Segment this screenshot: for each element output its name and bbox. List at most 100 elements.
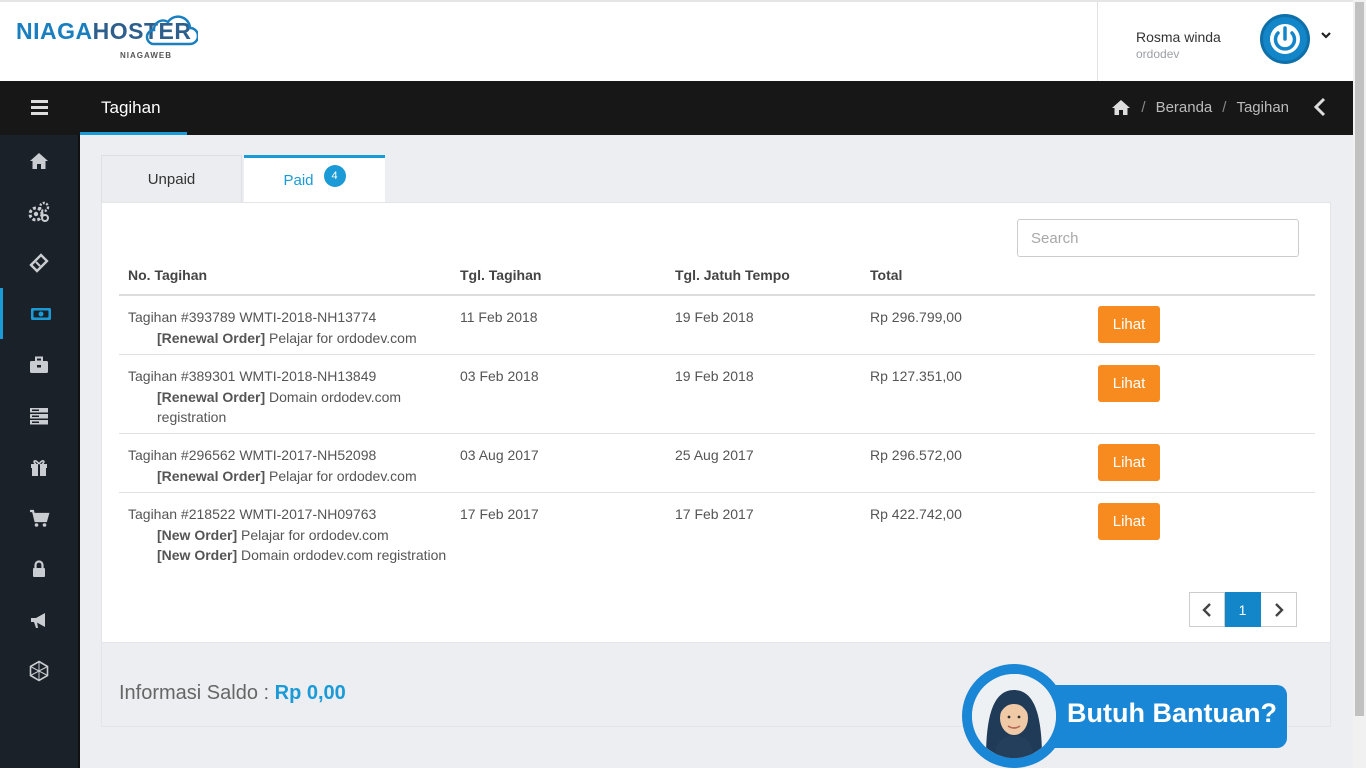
invoice-number[interactable]: Tagihan #296562 WMTI-2017-NH52098 [128, 445, 448, 466]
invoice-total: Rp 127.351,00 [870, 368, 962, 384]
invoice-total: Rp 422.742,00 [870, 506, 962, 522]
order-type: [Renewal Order] [157, 329, 266, 346]
sidebar-item-portfolio[interactable] [0, 339, 78, 390]
pagination: 1 [1189, 592, 1297, 627]
sidebar-item-services[interactable] [0, 186, 78, 237]
page-title: Tagihan [101, 98, 161, 117]
breadcrumb-separator: / [1141, 99, 1146, 116]
breadcrumb-tagihan: Tagihan [1236, 99, 1289, 116]
order-type: [Renewal Order] [157, 467, 266, 484]
pagination-page-1[interactable]: 1 [1225, 592, 1261, 627]
sidebar-item-billing[interactable] [0, 288, 78, 339]
invoice-item: [New Order] Pelajar for ordodev.com [128, 525, 448, 546]
niagahoster-logo[interactable]: NIAGAHOSTER NIAGAWEB [16, 15, 198, 60]
home-icon[interactable] [1111, 99, 1131, 116]
invoice-number[interactable]: Tagihan #393789 WMTI-2018-NH13774 [128, 307, 448, 328]
sidebar-item-servers[interactable] [0, 390, 78, 441]
briefcase-icon [30, 356, 48, 373]
help-label[interactable]: Butuh Bantuan? [1067, 698, 1277, 729]
invoice-date: 03 Feb 2018 [460, 368, 539, 384]
sidebar-item-security[interactable] [0, 543, 78, 594]
title-underline [80, 132, 187, 135]
sidebar-item-extra[interactable] [0, 645, 78, 696]
invoice-item: [Renewal Order] Pelajar for ordodev.com [128, 466, 448, 487]
view-invoice-button[interactable]: Lihat [1098, 306, 1160, 343]
cloud-icon [145, 15, 198, 46]
view-invoice-button[interactable]: Lihat [1098, 365, 1160, 402]
order-type: [New Order] [157, 547, 238, 563]
chevron-left-icon [1313, 97, 1326, 117]
table-row: Tagihan #218522 WMTI-2017-NH09763 [New O… [119, 493, 1315, 586]
tab-unpaid-label: Unpaid [147, 170, 196, 188]
invoice-total: Rp 296.799,00 [870, 309, 962, 325]
table-row: Tagihan #389301 WMTI-2018-NH13849 [Renew… [119, 355, 1315, 434]
tab-paid-label: Paid [283, 171, 314, 189]
chevron-right-icon [1274, 602, 1284, 617]
sidebar-item-affiliate[interactable] [0, 594, 78, 645]
scrollbar-thumb[interactable] [1355, 2, 1364, 716]
paid-count-badge: 4 [323, 165, 346, 187]
invoice-date: 11 Feb 2018 [460, 309, 538, 325]
column-header-total[interactable]: Total [870, 267, 902, 283]
balance-info: Informasi Saldo : Rp 0,00 [119, 682, 346, 705]
hamburger-menu-button[interactable] [0, 81, 78, 135]
column-header-date[interactable]: Tgl. Tagihan [460, 267, 541, 283]
support-agent-photo [972, 674, 1056, 758]
column-header-invoice[interactable]: No. Tagihan [128, 267, 207, 283]
user-menu[interactable]: Rosma winda ordodev [1097, 2, 1353, 81]
invoice-item: [Renewal Order] Domain ordodev.com regis… [128, 387, 448, 428]
support-agent-avatar[interactable] [962, 664, 1066, 768]
sidebar-item-tickets[interactable] [0, 237, 78, 288]
invoice-due-date: 25 Aug 2017 [675, 447, 754, 463]
invoice-number[interactable]: Tagihan #218522 WMTI-2017-NH09763 [128, 504, 448, 525]
order-desc: Pelajar for ordodev.com [237, 526, 389, 543]
chevron-down-icon[interactable] [1320, 28, 1332, 44]
sidebar-item-order[interactable] [0, 492, 78, 543]
column-header-due[interactable]: Tgl. Jatuh Tempo [675, 267, 790, 283]
gears-icon [28, 201, 50, 222]
search-input[interactable] [1017, 219, 1299, 257]
invoice-cell: Tagihan #296562 WMTI-2017-NH52098 [Renew… [128, 445, 448, 486]
lock-icon [33, 559, 45, 577]
balance-label: Informasi Saldo : [119, 682, 275, 704]
balance-amount: Rp 0,00 [274, 682, 346, 704]
breadcrumb-beranda[interactable]: Beranda [1156, 99, 1213, 116]
help-chat-widget[interactable]: Butuh Bantuan? [962, 664, 1292, 768]
megaphone-icon [31, 612, 45, 628]
top-header: NIAGAHOSTER NIAGAWEB Rosma winda ordodev [0, 0, 1353, 81]
sidebar-item-home[interactable] [0, 135, 78, 186]
view-invoice-button[interactable]: Lihat [1098, 444, 1160, 481]
table-row: Tagihan #296562 WMTI-2017-NH52098 [Renew… [119, 434, 1315, 493]
order-type: [New Order] [157, 526, 238, 543]
hexagon-icon [29, 660, 49, 681]
home-icon [30, 152, 48, 169]
invoice-total: Rp 296.572,00 [870, 447, 962, 463]
sidebar [0, 135, 80, 768]
sidebar-item-promo[interactable] [0, 441, 78, 492]
tab-paid[interactable]: Paid 4 [244, 155, 385, 202]
invoice-panel: No. Tagihan Tgl. Tagihan Tgl. Jatuh Temp… [101, 202, 1331, 643]
order-type: [Renewal Order] [157, 388, 266, 405]
order-desc: Domain ordodev.com registration [237, 547, 447, 563]
hamburger-icon [31, 100, 48, 115]
user-name: Rosma winda [1136, 29, 1221, 45]
view-invoice-button[interactable]: Lihat [1098, 503, 1160, 540]
cart-icon [30, 509, 50, 527]
order-desc: Pelajar for ordodev.com [265, 467, 417, 484]
ticket-icon [29, 252, 49, 273]
tab-unpaid[interactable]: Unpaid [101, 155, 242, 202]
pagination-prev-button[interactable] [1189, 592, 1225, 627]
collapse-button[interactable] [1313, 97, 1333, 119]
table-row: Tagihan #393789 WMTI-2018-NH13774 [Renew… [119, 296, 1315, 355]
title-bar: Tagihan / Beranda / Tagihan [0, 81, 1353, 135]
invoice-cell: Tagihan #218522 WMTI-2017-NH09763 [New O… [128, 504, 448, 566]
logo-text-niaga: NIAGA [16, 18, 93, 44]
invoice-due-date: 19 Feb 2018 [675, 368, 754, 384]
pagination-next-button[interactable] [1261, 592, 1297, 627]
chevron-left-icon [1202, 602, 1211, 617]
gift-icon [31, 459, 47, 476]
power-avatar[interactable] [1260, 14, 1310, 64]
invoice-number[interactable]: Tagihan #389301 WMTI-2018-NH13849 [128, 366, 448, 387]
page-scrollbar[interactable] [1353, 0, 1366, 768]
logo-subtext: NIAGAWEB [120, 51, 172, 60]
